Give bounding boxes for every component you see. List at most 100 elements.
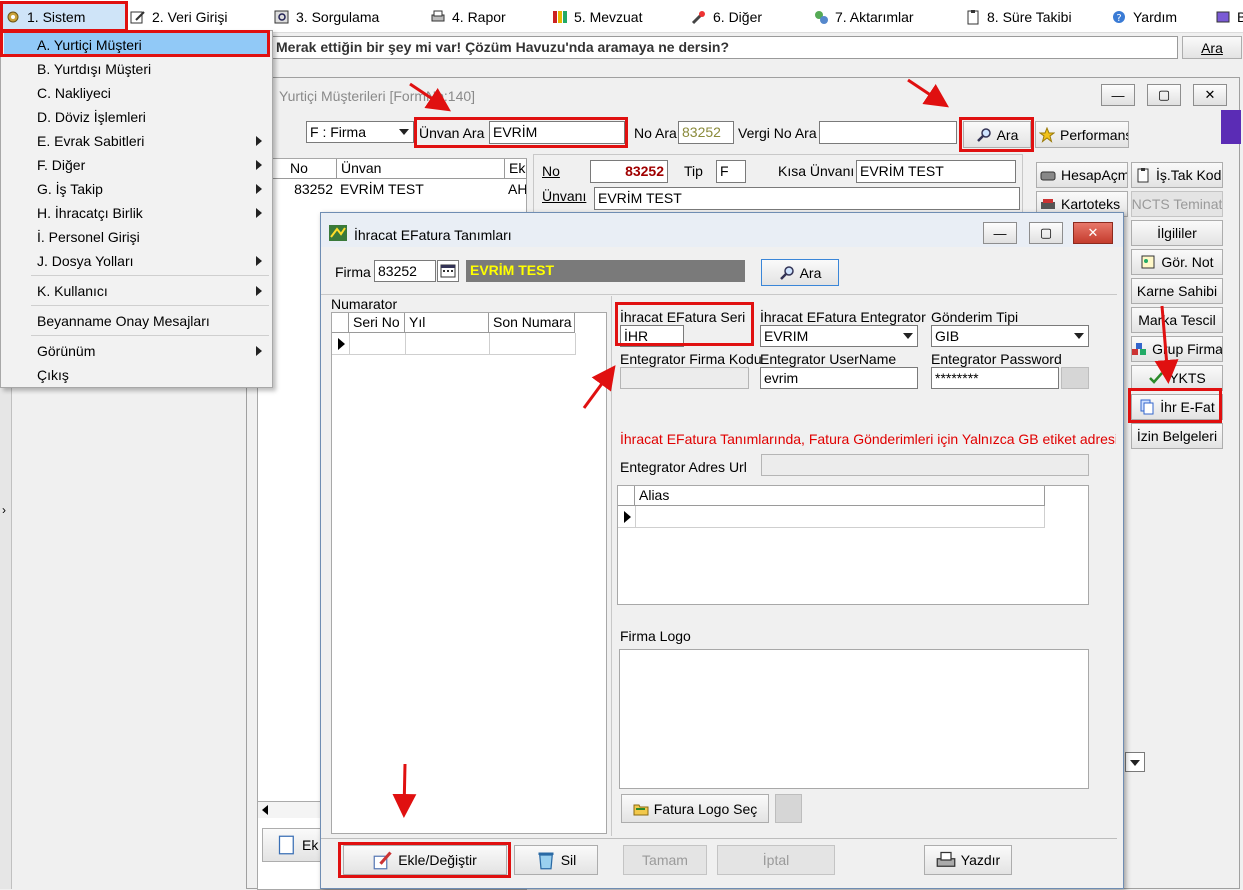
menu-sure-takibi[interactable]: 8. Süre Takibi [965,5,1072,29]
menu-sistem[interactable]: 1. Sistem [0,3,126,30]
entegrator-label: İhracat EFatura Entegrator [760,309,926,325]
logo-clear-button[interactable] [775,794,802,823]
ilgililer-button[interactable]: İlgililer [1131,220,1223,246]
dialog-close-button[interactable]: ✕ [1073,222,1113,244]
print-button[interactable]: Yazdır [924,845,1012,875]
pencil-icon [373,851,392,870]
svg-text:?: ? [1116,13,1121,24]
menu-diger[interactable]: 6. Diğer [691,5,762,29]
grid-header-ek[interactable]: Ek [505,159,527,179]
no-search-input[interactable]: 83252 [678,121,734,144]
menu-sorgulama[interactable]: 3. Sorgulama [274,5,379,29]
performance-label: Performans [1060,126,1129,143]
entegrator-combo[interactable]: EVRIM [760,325,918,347]
customer-search-button[interactable]: Ara [963,121,1031,148]
minimize-button[interactable]: — [1101,84,1135,106]
performance-button[interactable]: Performans [1035,121,1129,148]
books-icon [553,11,567,23]
menu-item-cikis[interactable]: Çıkış [4,363,270,387]
group-icon [1132,343,1147,355]
detail-no-input[interactable]: 83252 [590,160,668,183]
menu-item-dosya-yollari[interactable]: J. Dosya Yolları [4,249,270,273]
dialog-maximize-button[interactable]: ▢ [1029,222,1063,244]
menu-item-is-takip[interactable]: G. İş Takip [4,177,270,201]
detail-tip-input[interactable]: F [716,160,746,183]
scroll-left-icon[interactable] [262,805,268,815]
adres-url-input[interactable] [761,454,1089,476]
logo-select-button[interactable]: Fatura Logo Seç [621,794,769,823]
gonderim-combo[interactable]: GIB [931,325,1089,347]
solution-pool-search-button[interactable]: Ara [1182,36,1242,59]
hesap-acm-button[interactable]: HesapAçm [1036,162,1128,188]
close-button[interactable]: ✕ [1193,84,1227,106]
ok-button[interactable]: Tamam [623,845,707,875]
menu-item-doviz-islemleri[interactable]: D. Döviz İşlemleri [4,105,270,129]
ykts-button[interactable]: YKTS [1131,365,1223,391]
detail-unvan-input[interactable]: EVRİM TEST [594,187,1020,210]
table-row[interactable]: 83252 EVRİM TEST AH [258,179,528,201]
menu-item-label: D. Döviz İşlemleri [37,109,146,125]
filter-combo[interactable]: F : Firma [306,121,414,143]
menu-item-evrak-sabitleri[interactable]: E. Evrak Sabitleri [4,129,270,153]
menu-item-personel-girisi[interactable]: İ. Personel Girişi [4,225,270,249]
menu-item-beyanname-onay[interactable]: Beyanname Onay Mesajları [4,309,270,333]
seri-input[interactable]: İHR [620,325,684,347]
grid-header-yil[interactable]: Yıl [405,313,489,333]
firma-no-input[interactable]: 83252 [374,260,436,282]
add-change-button[interactable]: Ekle/Değiştir [343,845,507,875]
grid-header-seri-no[interactable]: Seri No [349,313,405,333]
menu-mevzuat[interactable]: 5. Mevzuat [552,5,642,29]
ihr-e-fat-button[interactable]: İhr E-Fat [1131,394,1223,420]
dialog-minimize-button[interactable]: — [983,222,1017,244]
menu-aktarimlar[interactable]: 7. Aktarımlar [813,5,914,29]
grid-header-son-numara[interactable]: Son Numara [489,313,575,333]
table-row[interactable] [332,333,576,355]
username-label: Entegrator UserName [760,351,897,367]
password-input[interactable]: ******** [931,367,1059,389]
tax-no-search-input[interactable] [819,121,957,144]
solution-pool-search-input[interactable]: Merak ettiğin bir şey mi var! Çözüm Havu… [272,36,1178,59]
firma-label: Firma [335,264,371,280]
delete-button[interactable]: Sil [514,845,598,875]
maximize-icon: ▢ [1157,87,1171,102]
grup-firma-button[interactable]: Grup Firma [1131,336,1223,362]
firma-logo-area[interactable] [619,649,1089,789]
expand-arrow-icon[interactable]: › [2,503,6,517]
gor-not-button[interactable]: Gör. Not [1131,249,1223,275]
menu-b[interactable]: B [1215,5,1243,29]
firma-search-button[interactable]: Ara [761,259,839,286]
menu-item-kullanici[interactable]: K. Kullanıcı [4,279,270,303]
menu-yardim[interactable]: ? Yardım [1111,5,1177,29]
menu-item-ihracatci-birlik[interactable]: H. İhracatçı Birlik [4,201,270,225]
menu-item-nakliyeci[interactable]: C. Nakliyeci [4,81,270,105]
maximize-button[interactable]: ▢ [1147,84,1181,106]
menu-item-yurtdisi-musteri[interactable]: B. Yurtdışı Müşteri [4,57,270,81]
detail-short-name-input[interactable]: EVRİM TEST [856,160,1016,183]
grid-header-unvan[interactable]: Ünvan [337,159,505,179]
menu-rapor[interactable]: 4. Rapor [430,5,506,29]
firma-kodu-input[interactable] [620,367,749,389]
grid-header-alias[interactable]: Alias [635,486,1045,506]
ncts-teminat-button[interactable]: NCTS Teminat [1131,191,1223,217]
table-row[interactable] [618,506,1045,528]
chevron-down-icon [399,129,409,135]
cardfile-icon [1041,199,1055,209]
karne-sahibi-button[interactable]: Karne Sahibi [1131,278,1223,304]
is-tak-kod-button[interactable]: İş.Tak Kod [1131,162,1223,188]
close-icon: ✕ [1204,87,1216,102]
marka-tescil-button[interactable]: Marka Tescil [1131,307,1223,333]
right-combo-button[interactable] [1125,752,1145,772]
firma-lookup-button[interactable] [437,260,459,282]
password-reveal-button[interactable] [1061,367,1089,389]
menu-item-gorunum[interactable]: Görünüm [4,339,270,363]
detail-area: No 83252 Tip F Kısa Ünvanı EVRİM TEST Ün… [533,154,1023,214]
menu-veri-girisi[interactable]: 2. Veri Girişi [130,5,227,29]
username-input[interactable]: evrim [760,367,918,389]
menu-item-diger[interactable]: F. Diğer [4,153,270,177]
gonderim-label: Gönderim Tipi [931,309,1019,325]
izin-belgeleri-button[interactable]: İzin Belgeleri [1131,423,1223,449]
clipboard-icon [1137,168,1149,183]
unvan-search-input[interactable]: EVRİM [489,121,625,144]
menu-item-yurtici-musteri[interactable]: A. Yurtiçi Müşteri [4,33,270,57]
cancel-button[interactable]: İptal [717,845,835,875]
